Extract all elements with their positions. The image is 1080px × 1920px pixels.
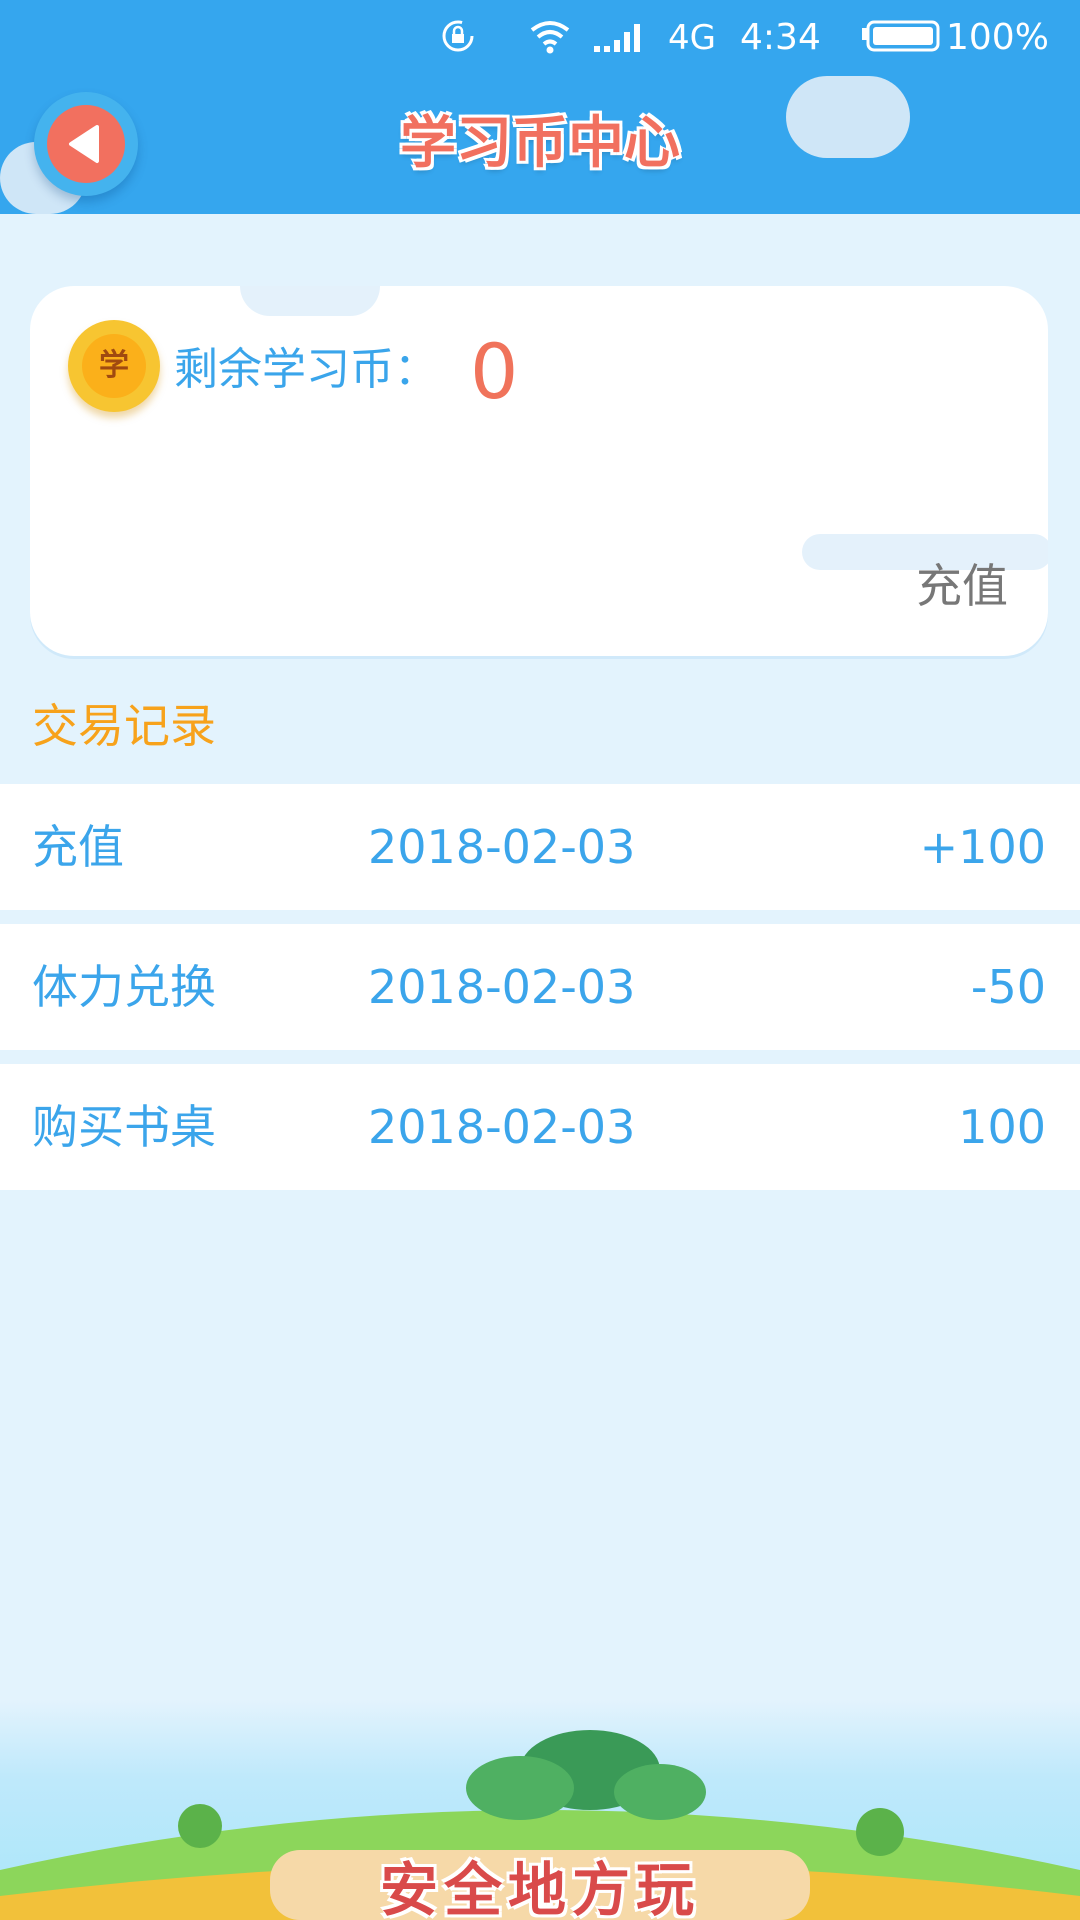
transaction-row: 购买书桌 2018-02-03 100 (0, 1064, 1080, 1190)
balance-value: 0 (470, 327, 519, 416)
bottom-banner: 安全地方玩 (0, 1700, 1080, 1920)
transaction-records-title: 交易记录 (32, 699, 216, 753)
transaction-amount: 100 (958, 1100, 1046, 1154)
coin-icon: 学 (68, 320, 160, 412)
transaction-date: 2018-02-03 (368, 1100, 636, 1154)
wifi-icon (528, 16, 572, 67)
balance-label: 剩余学习币： (174, 344, 438, 395)
battery-level: 100% (946, 17, 1049, 58)
transaction-date: 2018-02-03 (368, 820, 636, 874)
transaction-row: 体力兑换 2018-02-03 -50 (0, 924, 1080, 1050)
page-title: 学习币中心 (400, 111, 680, 176)
card-cloud-decoration (240, 286, 380, 316)
transaction-name: 购买书桌 (32, 1100, 216, 1154)
transaction-name: 充值 (32, 820, 124, 874)
transaction-amount: -50 (970, 960, 1046, 1014)
transaction-amount: +100 (919, 820, 1046, 874)
status-bar: 4G 4:34 100% (0, 0, 1080, 74)
transaction-date: 2018-02-03 (368, 960, 636, 1014)
network-type: 4G (668, 18, 716, 58)
signal-icon (592, 16, 648, 67)
recharge-button[interactable]: 充值 (916, 556, 1008, 616)
screen-rotation-icon (438, 16, 478, 67)
transaction-name: 体力兑换 (32, 960, 216, 1014)
banner-logo: 安全地方玩 (379, 1856, 700, 1920)
battery-icon (860, 16, 940, 67)
header-bar: 学习币中心 (0, 74, 1080, 214)
clock: 4:34 (740, 17, 821, 58)
balance-card: 学 剩余学习币： 0 充值 (30, 286, 1048, 656)
transaction-row: 充值 2018-02-03 +100 (0, 784, 1080, 910)
